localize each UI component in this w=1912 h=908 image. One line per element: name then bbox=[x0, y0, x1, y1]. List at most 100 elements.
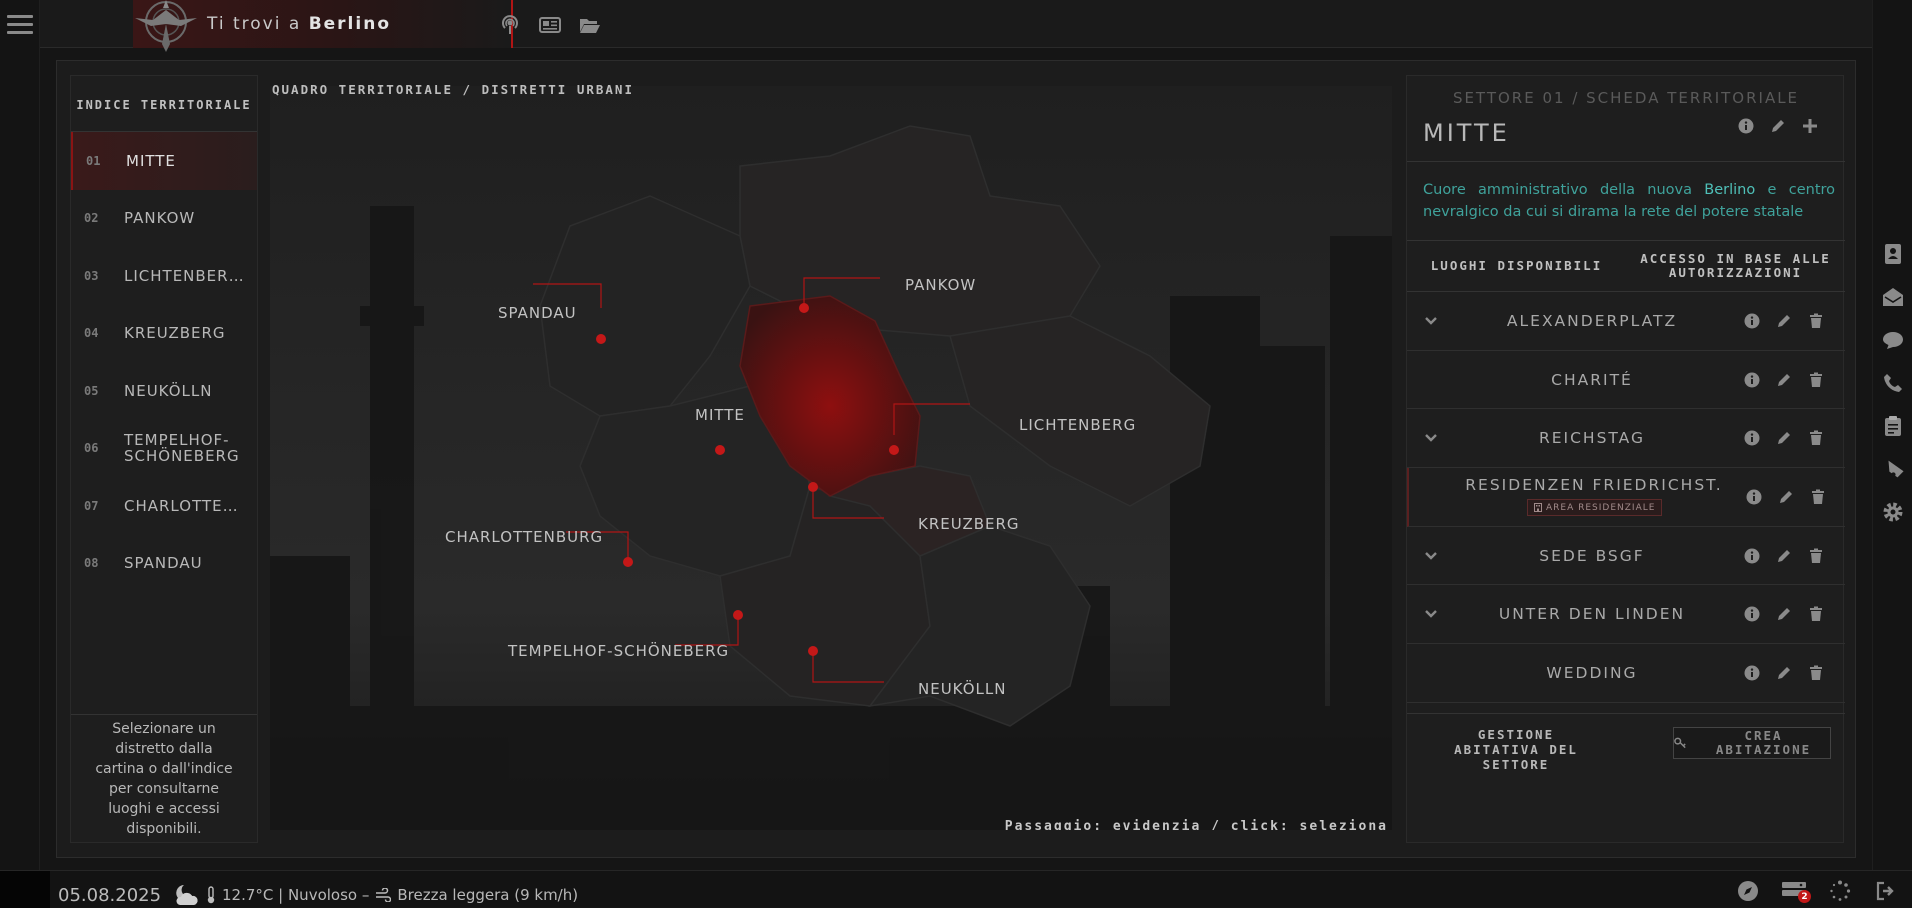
district-number: 07 bbox=[84, 498, 99, 513]
clipboard-icon[interactable] bbox=[1880, 412, 1906, 440]
marker-spandau bbox=[596, 334, 606, 344]
place-row-unter-den-linden[interactable]: UNTER DEN LINDEN bbox=[1407, 585, 1845, 645]
location-title: Ti trovi a Berlino bbox=[207, 14, 391, 34]
settings-gear-icon[interactable] bbox=[1880, 498, 1906, 526]
housing-management-label: GESTIONE ABITATIVA DEL SETTORE bbox=[1454, 727, 1578, 772]
chat-icon[interactable] bbox=[1880, 326, 1906, 354]
info-icon[interactable] bbox=[1743, 371, 1761, 389]
chevron-down-icon[interactable] bbox=[1423, 313, 1439, 329]
place-name: WEDDING bbox=[1546, 663, 1638, 682]
top-toolbar bbox=[497, 14, 603, 36]
sector-description: Cuore amministrativo della nuova Berlino… bbox=[1423, 179, 1835, 223]
place-row-residenzen-friedrichst[interactable]: RESIDENZEN FRIEDRICHST. AREA RESIDENZIAL… bbox=[1407, 468, 1845, 527]
tab-access-permissions[interactable]: ACCESSO IN BASE ALLE AUTORIZZAZIONI bbox=[1626, 241, 1845, 291]
marker-lichtenberg bbox=[889, 445, 899, 455]
edit-pencil-icon[interactable] bbox=[1775, 664, 1793, 682]
district-item-lichtenberg[interactable]: 03 LICHTENBER… bbox=[71, 247, 257, 305]
district-item-tempelhof-schoneberg[interactable]: 06 TEMPELHOF-SCHÖNEBERG bbox=[71, 420, 257, 478]
tab-available-places[interactable]: LUOGHI DISPONIBILI bbox=[1407, 241, 1626, 291]
map-label-neukolln[interactable]: NEUKÖLLN bbox=[918, 680, 1006, 698]
district-item-kreuzberg[interactable]: 04 KREUZBERG bbox=[71, 305, 257, 363]
trash-icon[interactable] bbox=[1807, 605, 1825, 623]
newspaper-icon[interactable] bbox=[537, 14, 563, 36]
sector-subtitle: SETTORE 01 / SCHEDA TERRITORIALE bbox=[1452, 89, 1800, 107]
place-list: ALEXANDERPLATZ CHARITÉ REICHSTAG RESIDEN… bbox=[1407, 292, 1845, 703]
podcast-icon[interactable] bbox=[497, 14, 523, 36]
place-row-alexanderplatz[interactable]: ALEXANDERPLATZ bbox=[1407, 292, 1845, 351]
index-hint: Selezionare un distretto dalla cartina o… bbox=[71, 714, 257, 842]
server-notifications-icon[interactable]: 2 bbox=[1780, 879, 1811, 903]
district-item-neukolln[interactable]: 05 NEUKÖLLN bbox=[71, 362, 257, 420]
sector-actions bbox=[1737, 117, 1819, 135]
trash-icon[interactable] bbox=[1809, 488, 1827, 506]
sector-title: MITTE bbox=[1423, 119, 1510, 147]
edit-pencil-icon[interactable] bbox=[1775, 429, 1793, 447]
info-icon[interactable] bbox=[1745, 488, 1763, 506]
edit-pencil-icon[interactable] bbox=[1775, 312, 1793, 330]
map-label-pankow[interactable]: PANKOW bbox=[905, 276, 976, 294]
place-row-sede-bsgf[interactable]: SEDE BSGF bbox=[1407, 527, 1845, 586]
info-icon[interactable] bbox=[1743, 664, 1761, 682]
info-icon[interactable] bbox=[1737, 117, 1755, 135]
place-name: CHARITÉ bbox=[1551, 370, 1633, 389]
marker-neukolln bbox=[808, 646, 818, 656]
trash-icon[interactable] bbox=[1807, 664, 1825, 682]
marker-tempelhof-schoneberg bbox=[733, 610, 743, 620]
info-icon[interactable] bbox=[1743, 547, 1761, 565]
desc-city: Berlino bbox=[1704, 182, 1756, 198]
territorial-map: SPANDAU PANKOW MITTE LICHTENBERG KREUZBE… bbox=[270, 86, 1392, 830]
date-display: 05.08.2025 bbox=[58, 885, 162, 906]
place-row-reichstag[interactable]: REICHSTAG bbox=[1407, 409, 1845, 469]
trash-icon[interactable] bbox=[1807, 429, 1825, 447]
chevron-down-icon[interactable] bbox=[1423, 606, 1439, 622]
edit-pencil-icon[interactable] bbox=[1777, 488, 1795, 506]
folder-open-icon[interactable] bbox=[577, 14, 603, 36]
edit-pencil-icon[interactable] bbox=[1769, 117, 1787, 135]
map-interaction-hint: Passaggio: evidenzia / click: seleziona bbox=[1004, 819, 1388, 830]
district-label: MITTE bbox=[126, 151, 176, 170]
edit-pencil-icon[interactable] bbox=[1775, 605, 1793, 623]
district-number: 08 bbox=[84, 556, 99, 571]
key-icon bbox=[1674, 737, 1686, 749]
place-name: UNTER DEN LINDEN bbox=[1498, 605, 1686, 624]
residential-area-badge: AREA RESIDENZIALE bbox=[1527, 499, 1663, 517]
mailbox-icon[interactable] bbox=[1880, 283, 1906, 311]
chevron-down-icon[interactable] bbox=[1423, 548, 1439, 564]
district-label: SPANDAU bbox=[124, 554, 203, 573]
map-label-tempelhof-schoneberg[interactable]: TEMPELHOF-SCHÖNEBERG bbox=[508, 642, 729, 660]
map-label-charlottenburg[interactable]: CHARLOTTENBURG bbox=[445, 528, 603, 546]
hamburger-icon[interactable] bbox=[7, 15, 33, 37]
berlin-map-svg bbox=[270, 86, 1392, 830]
map-label-kreuzberg[interactable]: KREUZBERG bbox=[918, 515, 1020, 533]
trash-icon[interactable] bbox=[1807, 312, 1825, 330]
district-item-spandau[interactable]: 08 SPANDAU bbox=[71, 535, 257, 593]
place-row-wedding[interactable]: WEDDING bbox=[1407, 644, 1845, 703]
place-row-charite[interactable]: CHARITÉ bbox=[1407, 351, 1845, 410]
contact-card-icon[interactable] bbox=[1880, 240, 1906, 268]
trash-icon[interactable] bbox=[1807, 371, 1825, 389]
marker-mitte bbox=[715, 445, 725, 455]
loading-spinner-icon[interactable] bbox=[1826, 879, 1854, 903]
map-label-mitte[interactable]: MITTE bbox=[695, 406, 745, 424]
add-plus-icon[interactable] bbox=[1801, 117, 1819, 135]
sector-tabs: LUOGHI DISPONIBILI ACCESSO IN BASE ALLE … bbox=[1407, 241, 1845, 291]
info-icon[interactable] bbox=[1743, 605, 1761, 623]
district-item-pankow[interactable]: 02 PANKOW bbox=[71, 190, 257, 248]
create-dwelling-button[interactable]: CREA ABITAZIONE bbox=[1673, 727, 1831, 759]
edit-pencil-icon[interactable] bbox=[1775, 547, 1793, 565]
compass-icon[interactable] bbox=[1734, 879, 1762, 903]
info-icon[interactable] bbox=[1743, 429, 1761, 447]
district-item-charlottenburg[interactable]: 07 CHARLOTTE… bbox=[71, 477, 257, 535]
chevron-down-icon[interactable] bbox=[1423, 430, 1439, 446]
logout-icon[interactable] bbox=[1872, 879, 1900, 903]
map-label-lichtenberg[interactable]: LICHTENBERG bbox=[1019, 416, 1136, 434]
district-number: 06 bbox=[84, 441, 99, 456]
info-icon[interactable] bbox=[1743, 312, 1761, 330]
trash-icon[interactable] bbox=[1807, 547, 1825, 565]
location-city: Berlino bbox=[308, 14, 391, 34]
phone-icon[interactable] bbox=[1880, 369, 1906, 397]
edit-pencil-icon[interactable] bbox=[1775, 371, 1793, 389]
ticket-icon[interactable] bbox=[1880, 455, 1906, 483]
district-item-mitte[interactable]: 01 MITTE bbox=[71, 132, 257, 190]
map-label-spandau[interactable]: SPANDAU bbox=[498, 304, 577, 322]
